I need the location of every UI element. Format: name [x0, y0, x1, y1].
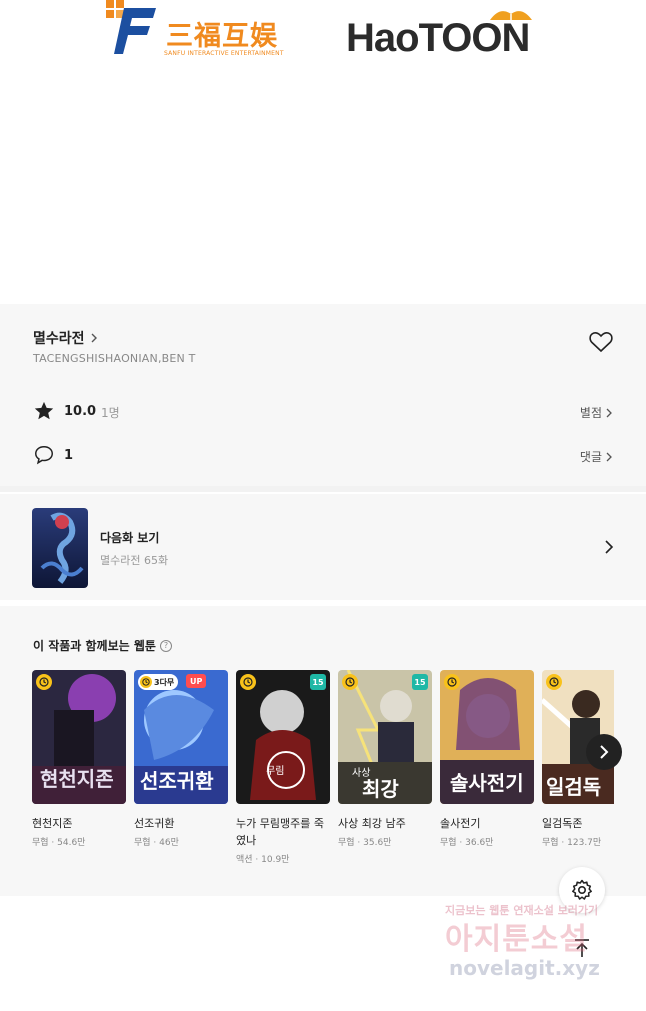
recommendation-cover: 선조귀환 3다무 UP: [134, 670, 228, 804]
next-episode-subtitle: 멸수라전 65화: [100, 554, 169, 567]
arrow-up-icon: [575, 939, 589, 957]
svg-text:선조귀환: 선조귀환: [140, 769, 214, 793]
recommendation-name: 현천지존: [32, 817, 73, 830]
rating-link-label: 별점: [579, 406, 602, 420]
clock-icon: [546, 674, 562, 690]
svg-text:현천지존: 현천지존: [40, 767, 114, 791]
recommendation-item[interactable]: 솔사전기 솔사전기 무협 · 36.6만: [440, 670, 534, 848]
comments-link-label: 댓글: [579, 450, 602, 464]
star-icon: [34, 401, 54, 420]
rating-value: 10.0: [64, 404, 97, 419]
next-episode-label: 다음화 보기: [100, 531, 160, 545]
work-info-inner: 멸수라전 TACENGSHISHAONIAN,BEN T 10.0 1명 별점 …: [0, 304, 646, 486]
recommendation-item[interactable]: 무림 15 누가 무림맹주를 죽였나 액션 · 10.9만: [236, 670, 330, 865]
chevron-right-icon: [91, 333, 97, 343]
comments-link[interactable]: 댓글: [580, 448, 613, 465]
clock-icon: [36, 674, 52, 690]
chevron-right-icon: [606, 408, 612, 417]
recommendation-item[interactable]: 사상 최강 15 사상 최강 남주 무협 · 35.6만: [338, 670, 432, 848]
comment-row: 1 댓글: [33, 442, 613, 466]
sanfu-logo: 三福互娱 SANFU INTERACTIVE ENTERTAINMENT: [104, 0, 304, 62]
rating-link[interactable]: 별점: [580, 404, 613, 421]
recommendation-name: 일검독존: [542, 817, 583, 830]
recommendation-meta: 액션 · 10.9만: [236, 855, 290, 865]
rating-row: 10.0 1명 별점: [33, 400, 613, 424]
settings-button[interactable]: [559, 867, 605, 913]
work-info-card: 멸수라전 TACENGSHISHAONIAN,BEN T 10.0 1명 별점 …: [0, 304, 646, 492]
recommendation-cover: 사상 최강 15: [338, 670, 432, 804]
haotoon-wordmark: HaoTOON: [346, 16, 530, 60]
recommendation-cover: 현천지존: [32, 670, 126, 804]
recommendations-section: 이 작품과 함께보는 웹툰 ? 현천지존 현천지존 무협 · 54.6만 선조귀…: [0, 606, 646, 896]
recommendations-title: 이 작품과 함께보는 웹툰 ?: [33, 637, 172, 654]
recommendation-name: 솔사전기: [440, 817, 481, 830]
recommendation-meta: 무협 · 123.7만: [542, 838, 602, 848]
recommendation-meta: 무협 · 46만: [134, 838, 179, 848]
age-rating-badge: 15: [412, 674, 428, 690]
watermark: 지금보는 웹툰 연재소설 보러가기 아지툰소설 novelagit.xyz: [445, 900, 635, 995]
svg-text:솔사전기: 솔사전기: [450, 771, 524, 795]
gear-icon: [572, 879, 592, 900]
days-badge-label: 3다무: [154, 677, 175, 687]
haotoon-logo: HaoTOON: [346, 0, 546, 62]
chevron-right-icon: [600, 745, 609, 759]
recommendation-name: 누가 무림맹주를 죽였나: [236, 817, 324, 847]
recommendations-list: 현천지존 현천지존 무협 · 54.6만 선조귀환 3다무 UP 선조귀환 무협…: [32, 670, 614, 880]
days-badge: 3다무: [138, 674, 179, 690]
work-author: TACENGSHISHAONIAN,BEN T: [33, 352, 196, 365]
comment-count: 1: [64, 448, 74, 463]
recommendations-title-text: 이 작품과 함께보는 웹툰: [33, 639, 156, 653]
recommendation-item[interactable]: 현천지존 현천지존 무협 · 54.6만: [32, 670, 126, 848]
work-title: 멸수라전: [33, 331, 85, 347]
heart-icon[interactable]: [588, 330, 614, 354]
sanfu-logo-cn: 三福互娱: [166, 21, 278, 52]
sanfu-logo-mark: [106, 0, 156, 54]
recommendation-name: 선조귀환: [134, 817, 175, 830]
recommendation-item[interactable]: 선조귀환 3다무 UP 선조귀환 무협 · 46만: [134, 670, 228, 848]
scroll-top-button[interactable]: [559, 925, 605, 971]
carousel-next-button[interactable]: [586, 734, 622, 770]
chevron-right-icon: [606, 452, 612, 461]
episode-end-image: 三福互娱 SANFU INTERACTIVE ENTERTAINMENT Hao…: [0, 0, 646, 304]
clock-icon: [342, 674, 358, 690]
svg-text:무림: 무림: [266, 765, 284, 777]
recommendation-meta: 무협 · 54.6만: [32, 838, 86, 848]
clock-icon: [444, 674, 460, 690]
clock-icon: [140, 676, 152, 688]
svg-text:최강: 최강: [362, 777, 399, 801]
age-rating-badge: 15: [310, 674, 326, 690]
rating-count: 1명: [101, 406, 120, 420]
work-title-link[interactable]: 멸수라전: [33, 328, 99, 348]
recommendation-name: 사상 최강 남주: [338, 817, 406, 830]
recommendation-cover: 솔사전기: [440, 670, 534, 804]
svg-text:일검독: 일검독: [546, 775, 601, 799]
comment-icon: [35, 446, 53, 465]
recommendation-meta: 무협 · 35.6만: [338, 838, 392, 848]
sanfu-logo-en: SANFU INTERACTIVE ENTERTAINMENT: [164, 50, 284, 57]
recommendation-cover: 무림 15: [236, 670, 330, 804]
chevron-right-icon: [605, 540, 614, 554]
help-icon[interactable]: ?: [159, 639, 172, 652]
recommendation-meta: 무협 · 36.6만: [440, 838, 494, 848]
up-badge: UP: [186, 674, 207, 688]
clock-icon: [240, 674, 256, 690]
next-episode-card[interactable]: 다음화 보기 멸수라전 65화: [0, 494, 646, 600]
next-episode-thumbnail: [32, 508, 88, 588]
